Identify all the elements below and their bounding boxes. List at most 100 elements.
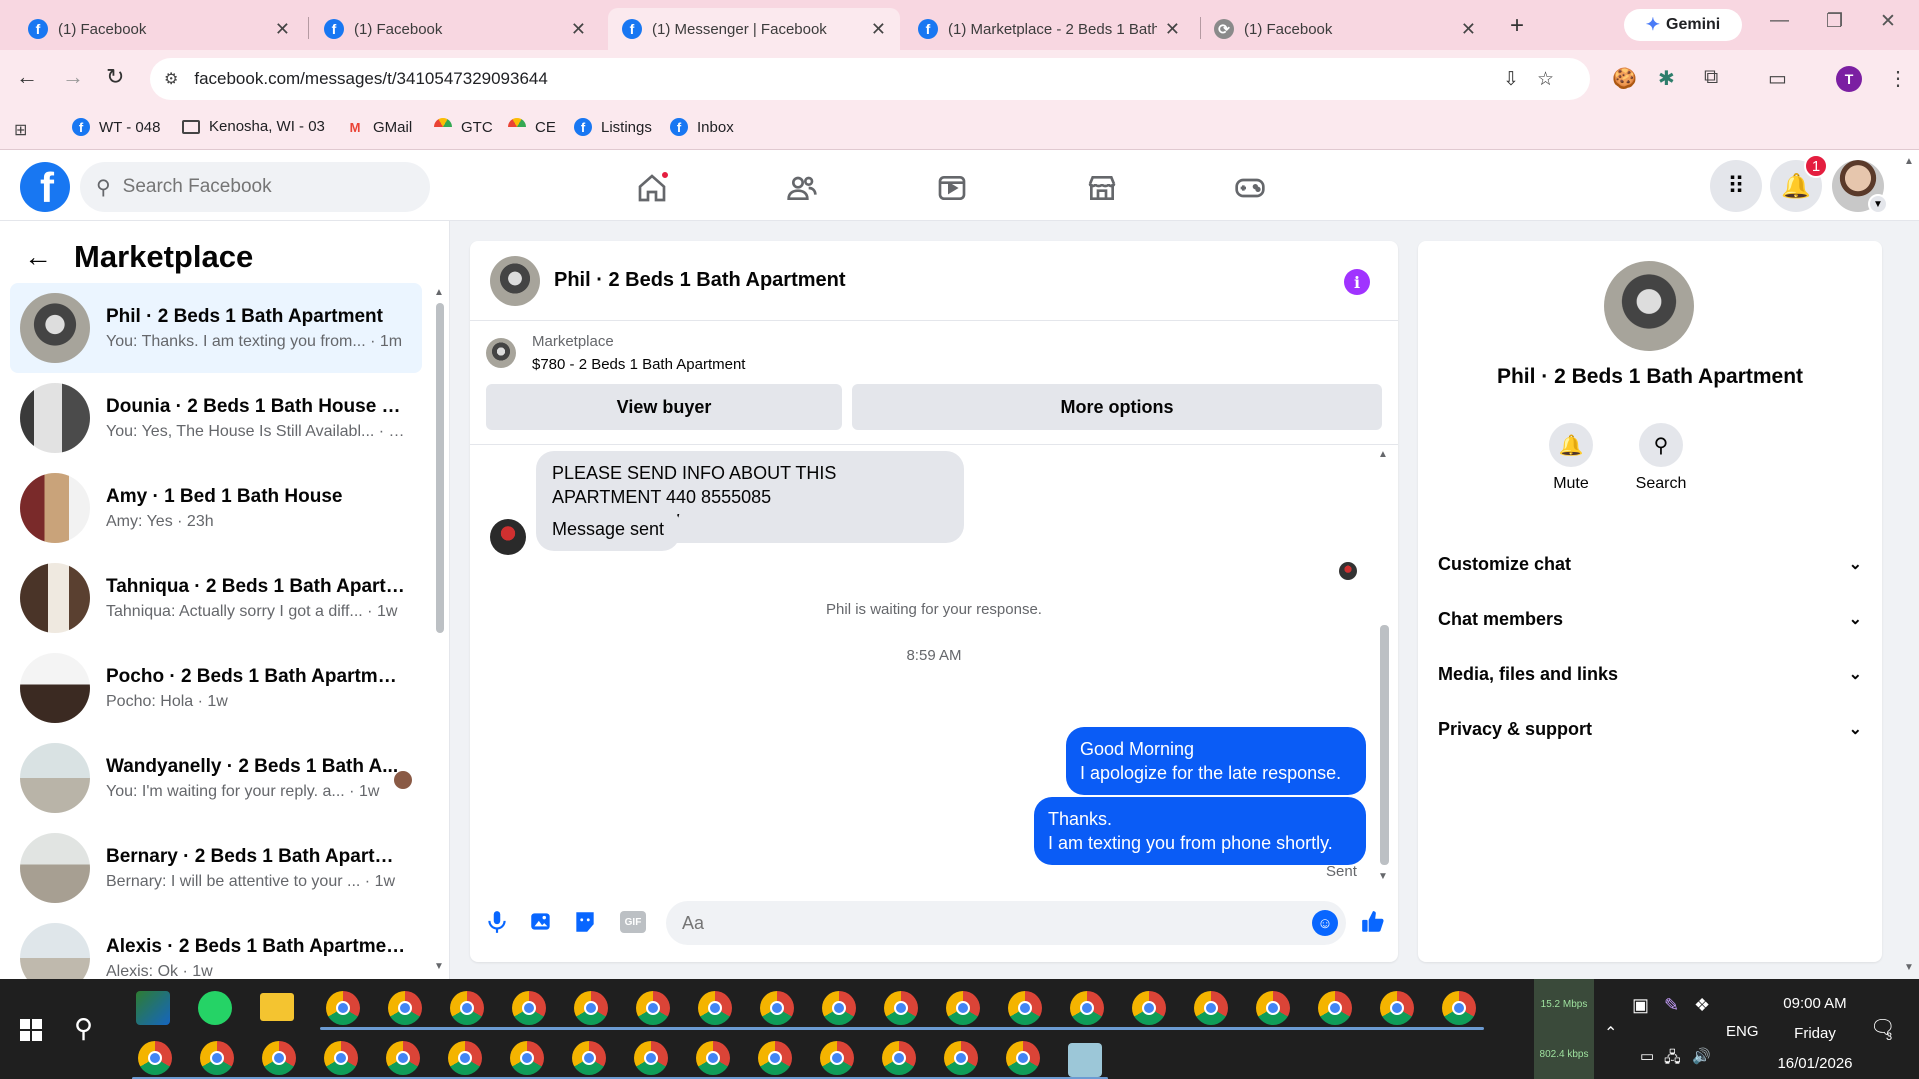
restore-icon[interactable]: ❐ <box>1826 10 1843 33</box>
battery-icon[interactable]: ▭ <box>1640 1047 1654 1065</box>
language-indicator[interactable]: ENG <box>1726 1023 1759 1040</box>
search-input[interactable] <box>122 176 383 198</box>
browser-profile-avatar[interactable]: T <box>1836 66 1862 92</box>
sender-avatar[interactable] <box>490 519 526 555</box>
chrome-window-icon[interactable] <box>758 1041 792 1075</box>
chat-list-item[interactable]: Alexis · 2 Beds 1 Bath Apartment... Alex… <box>10 913 422 981</box>
marketplace-icon[interactable] <box>1082 168 1122 208</box>
notes-app-icon[interactable] <box>1068 1043 1102 1077</box>
close-tab-icon[interactable]: ✕ <box>871 19 886 40</box>
bookmark-item[interactable]: CE <box>508 118 556 136</box>
office-app-icon[interactable] <box>136 991 170 1025</box>
page-scroll-up-icon[interactable]: ▲ <box>1904 156 1914 167</box>
menu-grid-icon[interactable]: ⠿ <box>1710 160 1762 212</box>
chrome-window-icon[interactable] <box>944 1041 978 1075</box>
chrome-window-icon[interactable] <box>1008 991 1042 1025</box>
section-media-files-links[interactable]: Media, files and links ⌄ <box>1438 652 1862 696</box>
chrome-window-icon[interactable] <box>200 1041 234 1075</box>
chrome-window-icon[interactable] <box>1194 991 1228 1025</box>
facebook-search[interactable]: ⚲ <box>80 162 430 212</box>
windows-start-icon[interactable] <box>20 1019 42 1041</box>
browser-tab[interactable]: f (1) Marketplace - 2 Beds 1 Bath ✕ <box>904 8 1194 50</box>
close-tab-icon[interactable]: ✕ <box>571 19 586 40</box>
chrome-window-icon[interactable] <box>324 1041 358 1075</box>
chrome-window-icon[interactable] <box>946 991 980 1025</box>
chrome-window-icon[interactable] <box>510 1041 544 1075</box>
mute-button[interactable]: 🔔 Mute <box>1531 423 1611 493</box>
gif-icon[interactable]: GIF <box>620 911 646 933</box>
video-icon[interactable] <box>932 168 972 208</box>
chrome-window-icon[interactable] <box>636 991 670 1025</box>
chrome-window-icon[interactable] <box>1256 991 1290 1025</box>
chrome-window-icon[interactable] <box>698 991 732 1025</box>
show-hidden-icons-icon[interactable]: ⌃ <box>1604 1023 1617 1043</box>
outgoing-message[interactable]: Good Morning I apologize for the late re… <box>1066 727 1366 795</box>
bookmark-item[interactable]: GTC <box>434 118 493 136</box>
taskbar-search-icon[interactable]: ⚲ <box>74 1013 93 1044</box>
dropbox-icon[interactable]: ❖ <box>1694 995 1710 1016</box>
gaming-icon[interactable] <box>1230 168 1270 208</box>
view-buyer-button[interactable]: View buyer <box>486 384 842 430</box>
chat-list-item[interactable]: Bernary · 2 Beds 1 Bath Apartme... Berna… <box>10 823 422 913</box>
bookmark-star-icon[interactable]: ☆ <box>1537 69 1572 90</box>
close-tab-icon[interactable]: ✕ <box>1165 19 1180 40</box>
volume-icon[interactable]: 🔊 <box>1692 1047 1711 1065</box>
info-icon[interactable]: i <box>1344 269 1370 295</box>
new-tab-button[interactable]: + <box>1510 12 1524 40</box>
network-icon[interactable]: 🖧 <box>1664 1047 1681 1072</box>
chrome-window-icon[interactable] <box>386 1041 420 1075</box>
pen-icon[interactable]: ✎ <box>1664 995 1679 1016</box>
chrome-window-icon[interactable] <box>138 1041 172 1075</box>
message-input[interactable] <box>682 912 1262 934</box>
chat-list-item[interactable]: Tahniqua · 2 Beds 1 Bath Apartm... Tahni… <box>10 553 422 643</box>
contact-avatar[interactable] <box>490 255 540 306</box>
reload-icon[interactable]: ↻ <box>106 64 124 90</box>
chrome-window-icon[interactable] <box>388 991 422 1025</box>
thread-scrollbar[interactable] <box>1380 625 1389 865</box>
gemini-button[interactable]: ✦ Gemini <box>1624 9 1742 41</box>
chat-list-item[interactable]: Pocho · 2 Beds 1 Bath Apartmen... Pocho:… <box>10 643 422 733</box>
chrome-menu-icon[interactable]: ⋮ <box>1888 66 1908 91</box>
close-window-icon[interactable]: ✕ <box>1880 10 1896 33</box>
tab-search-icon[interactable]: ▭ <box>1768 66 1787 91</box>
bookmark-item[interactable]: f Inbox <box>670 118 734 136</box>
browser-tab[interactable]: f (1) Facebook ✕ <box>310 8 600 50</box>
apps-grid-icon[interactable]: ⊞ <box>14 120 27 140</box>
chrome-window-icon[interactable] <box>820 1041 854 1075</box>
browser-tab-active[interactable]: f (1) Messenger | Facebook ✕ <box>608 8 900 50</box>
chrome-window-icon[interactable] <box>572 1041 606 1075</box>
bookmark-item[interactable]: f WT - 048 <box>72 118 160 136</box>
scroll-up-arrow-icon[interactable]: ▲ <box>1378 449 1388 460</box>
scroll-down-arrow-icon[interactable]: ▼ <box>434 961 444 972</box>
incoming-message[interactable]: Message sent <box>536 507 681 551</box>
bookmark-item[interactable]: M GMail <box>346 118 413 136</box>
section-customize-chat[interactable]: Customize chat ⌄ <box>1438 542 1862 586</box>
chrome-window-icon[interactable] <box>512 991 546 1025</box>
file-explorer-icon[interactable] <box>260 993 294 1021</box>
minimize-icon[interactable]: — <box>1770 10 1789 32</box>
page-scroll-down-icon[interactable]: ▼ <box>1904 962 1914 973</box>
close-tab-icon[interactable]: ✕ <box>275 19 290 40</box>
chrome-window-icon[interactable] <box>882 1041 916 1075</box>
outgoing-message[interactable]: Thanks. I am texting you from phone shor… <box>1034 797 1366 865</box>
chrome-window-icon[interactable] <box>696 1041 730 1075</box>
thumbs-up-icon[interactable] <box>1358 907 1388 937</box>
chat-list-item[interactable]: Dounia · 2 Beds 1 Bath House fo... You: … <box>10 373 422 463</box>
section-privacy-support[interactable]: Privacy & support ⌄ <box>1438 707 1862 751</box>
marketplace-listing-banner[interactable]: Marketplace $780 - 2 Beds 1 Bath Apartme… <box>486 333 745 373</box>
chrome-window-icon[interactable] <box>1070 991 1104 1025</box>
whatsapp-icon[interactable] <box>198 991 232 1025</box>
chat-list-scrollbar[interactable] <box>436 303 444 633</box>
home-icon[interactable] <box>632 168 672 208</box>
close-tab-icon[interactable]: ✕ <box>1461 19 1476 40</box>
chrome-window-icon[interactable] <box>262 1041 296 1075</box>
section-chat-members[interactable]: Chat members ⌄ <box>1438 597 1862 641</box>
sticker-icon[interactable] <box>570 907 600 937</box>
bookmark-item[interactable]: f Listings <box>574 118 652 136</box>
chrome-window-icon[interactable] <box>634 1041 668 1075</box>
friends-icon[interactable] <box>782 168 822 208</box>
chrome-window-icon[interactable] <box>1380 991 1414 1025</box>
extension-icon[interactable]: ✱ <box>1658 66 1675 91</box>
chat-list-item[interactable]: Amy · 1 Bed 1 Bath House Amy: Yes · 23h <box>10 463 422 553</box>
browser-tab[interactable]: f (1) Facebook ✕ <box>14 8 304 50</box>
